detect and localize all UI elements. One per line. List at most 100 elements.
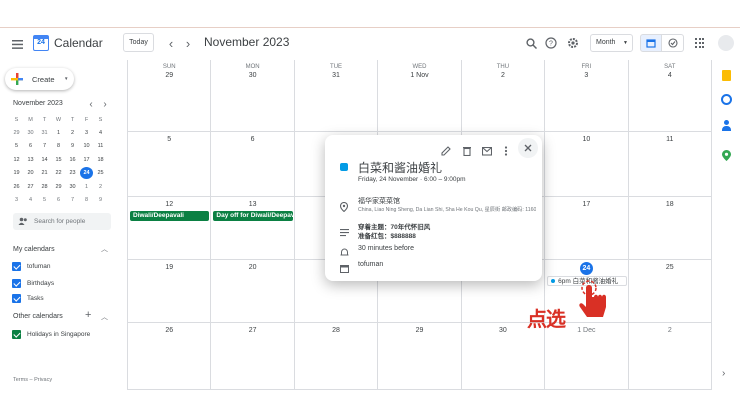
- day-cell[interactable]: SAT 4: [628, 60, 712, 132]
- holiday-event-diwali[interactable]: Diwali/Deepavali: [130, 211, 210, 221]
- mini-day[interactable]: 22: [52, 170, 65, 176]
- day-number[interactable]: 6: [211, 136, 293, 143]
- day-number[interactable]: 2: [629, 327, 711, 334]
- day-number[interactable]: 26: [128, 327, 210, 334]
- more-options-icon[interactable]: [504, 143, 508, 156]
- day-number[interactable]: 2: [462, 72, 544, 79]
- close-icon[interactable]: [518, 138, 538, 158]
- day-cell[interactable]: 13: [211, 197, 295, 260]
- mini-day[interactable]: 9: [66, 143, 79, 149]
- mini-day[interactable]: 29: [52, 184, 65, 190]
- add-calendar-icon[interactable]: +: [85, 309, 91, 321]
- mini-day[interactable]: 31: [38, 130, 51, 136]
- email-icon[interactable]: [481, 143, 494, 156]
- mini-day[interactable]: 15: [52, 157, 65, 163]
- day-cell[interactable]: 2: [628, 323, 712, 390]
- mini-day[interactable]: 26: [10, 184, 23, 190]
- checkbox-icon[interactable]: [12, 294, 21, 303]
- apps-grid-icon[interactable]: [695, 38, 705, 48]
- mini-day[interactable]: 18: [94, 157, 107, 163]
- day-number[interactable]: 12: [128, 201, 210, 208]
- delete-icon[interactable]: [462, 143, 474, 157]
- day-cell[interactable]: TUE 31: [294, 60, 379, 132]
- mini-day[interactable]: 30: [66, 184, 79, 190]
- collapse-up-icon[interactable]: ︿: [101, 312, 108, 322]
- day-number[interactable]: 19: [128, 264, 210, 271]
- mini-day[interactable]: 12: [10, 157, 23, 163]
- collapse-up-icon[interactable]: ︿: [101, 244, 108, 254]
- tasks-icon[interactable]: [721, 94, 732, 105]
- mini-day[interactable]: 13: [24, 157, 37, 163]
- day-cell[interactable]: 5: [128, 132, 212, 197]
- day-number[interactable]: 25: [629, 264, 711, 271]
- search-people[interactable]: Search for people: [13, 213, 111, 230]
- mini-day[interactable]: 1: [80, 184, 93, 190]
- mini-day[interactable]: 2: [66, 130, 79, 136]
- checkbox-icon[interactable]: [12, 262, 21, 271]
- keep-icon[interactable]: [722, 70, 731, 81]
- day-number[interactable]: 28: [295, 327, 377, 334]
- mini-day[interactable]: 23: [66, 170, 79, 176]
- mini-day[interactable]: 21: [38, 170, 51, 176]
- day-cell[interactable]: WED 1 Nov: [378, 60, 462, 132]
- mini-day[interactable]: 10: [80, 143, 93, 149]
- day-cell[interactable]: 12: [128, 197, 212, 260]
- mini-day[interactable]: 3: [10, 197, 23, 203]
- day-cell[interactable]: 25: [628, 260, 712, 323]
- day-number[interactable]: 10: [545, 136, 627, 143]
- terms-privacy-link[interactable]: Terms – Privacy: [13, 377, 52, 383]
- main-menu-icon[interactable]: [10, 37, 24, 51]
- day-cell[interactable]: 17: [545, 197, 629, 260]
- day-cell[interactable]: 29: [378, 323, 462, 390]
- mini-day[interactable]: 4: [24, 197, 37, 203]
- day-number[interactable]: 17: [545, 201, 627, 208]
- checkbox-icon[interactable]: [12, 330, 21, 339]
- day-number[interactable]: 4: [629, 72, 711, 79]
- other-calendars-heading[interactable]: Other calendars: [13, 313, 63, 320]
- create-button[interactable]: Create ▼: [5, 68, 74, 90]
- day-number[interactable]: 11: [629, 136, 711, 143]
- checkbox-icon[interactable]: [12, 279, 21, 288]
- search-icon[interactable]: [524, 36, 538, 50]
- day-cell[interactable]: 27: [211, 323, 295, 390]
- mini-day[interactable]: 11: [94, 143, 107, 149]
- mini-day[interactable]: 3: [80, 130, 93, 136]
- my-calendars-heading[interactable]: My calendars: [13, 246, 55, 253]
- mini-day[interactable]: 25: [94, 170, 107, 176]
- day-number[interactable]: 29: [378, 327, 460, 334]
- mini-day[interactable]: 28: [38, 184, 51, 190]
- day-number[interactable]: 5: [128, 136, 210, 143]
- day-cell[interactable]: 20: [211, 260, 295, 323]
- day-cell[interactable]: 18: [628, 197, 712, 260]
- mini-day[interactable]: 29: [10, 130, 23, 136]
- day-cell[interactable]: 6: [211, 132, 295, 197]
- view-selector[interactable]: Month ▼: [590, 34, 633, 52]
- mini-day[interactable]: 6: [52, 197, 65, 203]
- mini-day[interactable]: 27: [24, 184, 37, 190]
- next-month-icon[interactable]: ›: [181, 36, 195, 51]
- mini-day[interactable]: 19: [10, 170, 23, 176]
- mini-day[interactable]: 17: [80, 157, 93, 163]
- mini-day[interactable]: 1: [52, 130, 65, 136]
- day-cell[interactable]: 26: [128, 323, 212, 390]
- mini-day[interactable]: 16: [66, 157, 79, 163]
- mini-day[interactable]: 30: [24, 130, 37, 136]
- prev-month-icon[interactable]: ‹: [164, 36, 178, 51]
- mini-day[interactable]: 7: [66, 197, 79, 203]
- expand-panel-icon[interactable]: ›: [722, 368, 725, 379]
- day-number[interactable]: 18: [629, 201, 711, 208]
- calendar-view-toggle[interactable]: [640, 34, 662, 52]
- day-number[interactable]: 30: [211, 72, 293, 79]
- mini-day[interactable]: 6: [24, 143, 37, 149]
- mini-day[interactable]: 24: [80, 167, 93, 180]
- day-number[interactable]: 24: [579, 262, 593, 275]
- mini-day[interactable]: 8: [80, 197, 93, 203]
- day-cell[interactable]: 19: [128, 260, 212, 323]
- day-number[interactable]: 1 Nov: [378, 72, 460, 79]
- mini-day[interactable]: 20: [24, 170, 37, 176]
- day-number[interactable]: 27: [211, 327, 293, 334]
- mini-prev-icon[interactable]: ‹: [86, 99, 96, 110]
- day-number[interactable]: 29: [128, 72, 210, 79]
- day-cell[interactable]: 10: [545, 132, 629, 197]
- edit-icon[interactable]: [441, 143, 453, 156]
